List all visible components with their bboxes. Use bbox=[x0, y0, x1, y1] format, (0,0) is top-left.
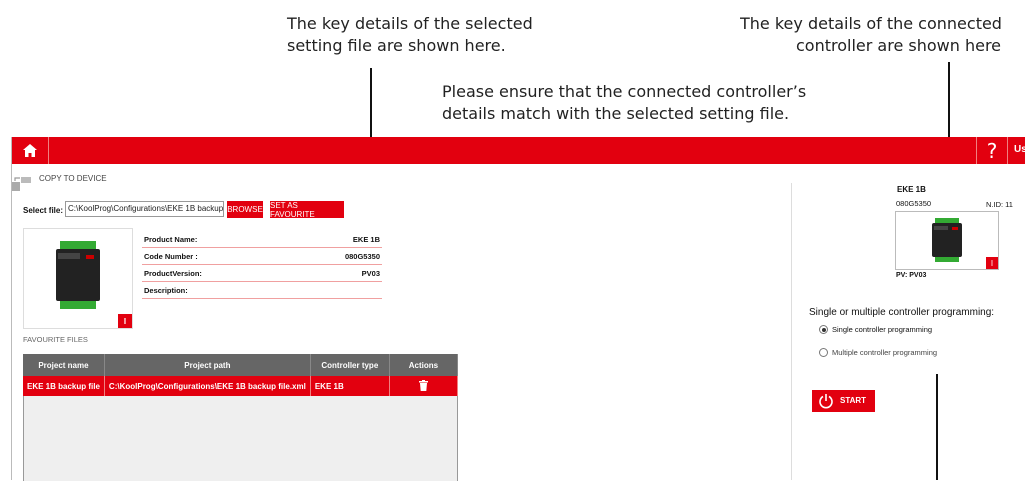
top-bar: ? Use bbox=[12, 137, 1025, 164]
favourites-table: Project name Project path Controller typ… bbox=[23, 354, 459, 396]
details-value bbox=[289, 281, 382, 299]
details-row: Product Name: EKE 1B bbox=[142, 231, 382, 248]
controller-image-box: i bbox=[895, 211, 999, 270]
callout-match-line1: Please ensure that the connected control… bbox=[442, 82, 807, 101]
row-project-name[interactable]: EKE 1B backup file bbox=[23, 376, 105, 396]
controller-code: 080G5350 bbox=[896, 199, 932, 208]
single-programming-label[interactable]: Single controller programming bbox=[832, 325, 932, 334]
row-project-path[interactable]: C:\KoolProg\Configurations\EKE 1B backup… bbox=[104, 376, 311, 396]
single-programming-radio[interactable] bbox=[819, 325, 828, 334]
row-actions bbox=[389, 376, 459, 396]
callout-selected-file-line1: The key details of the selected bbox=[287, 14, 533, 33]
home-button[interactable] bbox=[12, 137, 49, 164]
user-menu[interactable]: Use bbox=[1014, 144, 1025, 155]
product-image-box: i bbox=[23, 228, 133, 329]
details-label: ProductVersion: bbox=[142, 264, 290, 282]
start-button[interactable]: START bbox=[812, 390, 875, 412]
details-row: Description: bbox=[142, 281, 382, 299]
page-title: COPY TO DEVICE bbox=[39, 174, 107, 183]
controller-name: EKE 1B bbox=[897, 185, 926, 194]
multiple-programming-label[interactable]: Multiple controller programming bbox=[832, 348, 937, 357]
page-title-row: COPY TO DEVICE bbox=[12, 173, 212, 193]
controller-info-button[interactable]: i bbox=[986, 257, 998, 269]
table-row[interactable]: EKE 1B backup file C:\KoolProg\Configura… bbox=[23, 376, 459, 396]
set-as-favourite-button[interactable]: SET AS FAVOURITE bbox=[270, 201, 344, 219]
column-header[interactable]: Actions bbox=[389, 354, 459, 376]
details-label: Description: bbox=[142, 281, 290, 299]
favourite-files-label: FAVOURITE FILES bbox=[23, 335, 88, 344]
row-controller-type[interactable]: EKE 1B bbox=[310, 376, 390, 396]
programming-heading: Single or multiple controller programmin… bbox=[809, 307, 995, 318]
controller-node-id: N.ID: 11 bbox=[986, 200, 1013, 209]
column-header[interactable]: Controller type bbox=[310, 354, 390, 376]
browse-button[interactable]: BROWSE bbox=[227, 201, 263, 218]
connected-controller-image bbox=[932, 218, 962, 262]
start-label: START bbox=[840, 396, 867, 405]
app-window: ? Use COPY TO DEVICE Select file: C:\Koo… bbox=[11, 137, 1025, 481]
right-panel-divider bbox=[791, 183, 792, 480]
copy-to-device-icon bbox=[12, 177, 31, 191]
details-table: Product Name: EKE 1B Code Number : 080G5… bbox=[142, 231, 382, 299]
callout-match-line2: details match with the selected setting … bbox=[442, 104, 790, 123]
callout-selected-file: The key details of the selected setting … bbox=[287, 13, 533, 57]
multiple-programming-radio[interactable] bbox=[819, 348, 828, 357]
column-header[interactable]: Project path bbox=[104, 354, 311, 376]
trash-icon[interactable] bbox=[418, 379, 428, 391]
callout-controller-line1: The key details of the connected bbox=[740, 14, 1002, 33]
controller-device-image bbox=[56, 241, 100, 309]
callout-controller-line2: controller are shown here bbox=[796, 36, 1002, 55]
details-row: ProductVersion: PV03 bbox=[142, 264, 382, 282]
callout-match: Please ensure that the connected control… bbox=[442, 81, 806, 125]
callout-controller: The key details of the connected control… bbox=[740, 13, 1025, 57]
favourites-header-row: Project name Project path Controller typ… bbox=[23, 354, 459, 376]
select-file-label: Select file: bbox=[23, 206, 64, 215]
details-row: Code Number : 080G5350 bbox=[142, 247, 382, 265]
power-icon bbox=[819, 394, 833, 409]
select-file-input[interactable]: C:\KoolProg\Configurations\EKE 1B backup bbox=[65, 201, 224, 217]
details-label: Product Name: bbox=[142, 231, 290, 248]
callout-selected-file-line2: setting file are shown here. bbox=[287, 36, 506, 55]
details-value: 080G5350 bbox=[289, 247, 382, 265]
home-icon bbox=[23, 144, 37, 157]
details-value: EKE 1B bbox=[289, 231, 382, 248]
callout-line-programming bbox=[936, 374, 938, 480]
details-label: Code Number : bbox=[142, 247, 290, 265]
details-value: PV03 bbox=[289, 264, 382, 282]
help-button[interactable]: ? bbox=[976, 137, 1008, 164]
product-info-button[interactable]: i bbox=[118, 314, 132, 328]
controller-product-version: PV: PV03 bbox=[896, 272, 927, 279]
column-header[interactable]: Project name bbox=[23, 354, 105, 376]
